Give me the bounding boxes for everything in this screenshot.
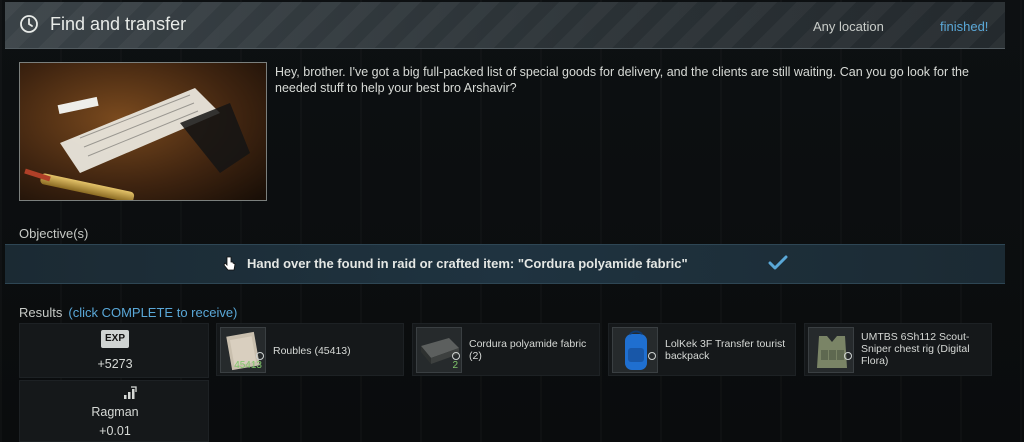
- reward-item-cordura[interactable]: 2 Cordura polyamide fabric (2): [412, 323, 600, 376]
- item-thumbnail: [612, 327, 658, 373]
- reward-item-chest-rig[interactable]: UMTBS 6Sh112 Scout-Sniper chest rig (Dig…: [804, 323, 992, 376]
- results-title: Results (click COMPLETE to receive): [19, 305, 238, 320]
- quest-description: Hey, brother. I've got a big full-packed…: [275, 65, 969, 95]
- item-name: LolKek 3F Transfer tourist backpack: [665, 338, 786, 362]
- item-name: Cordura polyamide fabric (2): [469, 338, 587, 362]
- quest-image: [19, 62, 267, 201]
- exp-value: +5273: [97, 357, 133, 371]
- hand-cursor-icon: [223, 256, 236, 271]
- quest-status: finished!: [940, 19, 989, 34]
- item-count: 45413: [234, 360, 262, 371]
- item-thumbnail: 2: [416, 327, 462, 373]
- found-in-raid-icon: [844, 352, 852, 360]
- quest-header: Find and transfer Any location finished!: [5, 2, 1005, 49]
- reward-item-backpack[interactable]: LolKek 3F Transfer tourist backpack: [608, 323, 796, 376]
- quest-title: Find and transfer: [50, 14, 187, 34]
- objective-text: Hand over the found in raid or crafted i…: [247, 256, 688, 271]
- found-in-raid-icon: [648, 352, 656, 360]
- item-name: Roubles (45413): [273, 345, 351, 357]
- item-thumbnail: 45413: [220, 327, 266, 373]
- results-hint: (click COMPLETE to receive): [68, 305, 238, 320]
- trader-rep-value: +0.01: [99, 424, 131, 438]
- checkmark-icon: [768, 255, 788, 270]
- item-count: 2: [452, 360, 458, 371]
- reward-item-roubles[interactable]: 45413 Roubles (45413): [216, 323, 404, 376]
- trader-name: Ragman: [91, 405, 139, 419]
- item-thumbnail: [808, 327, 854, 373]
- objectives-title: Objective(s): [19, 226, 89, 241]
- exp-reward: EXP +5273: [19, 323, 209, 378]
- found-in-raid-icon: [452, 352, 460, 360]
- reputation-icon: [124, 386, 137, 399]
- clock-icon: [20, 15, 38, 33]
- found-in-raid-icon: [256, 352, 264, 360]
- exp-icon: EXP: [101, 330, 129, 348]
- quest-location: Any location: [813, 19, 884, 34]
- item-name: UMTBS 6Sh112 Scout-Sniper chest rig (Dig…: [861, 331, 970, 367]
- trader-rep-reward: Ragman +0.01: [19, 380, 209, 442]
